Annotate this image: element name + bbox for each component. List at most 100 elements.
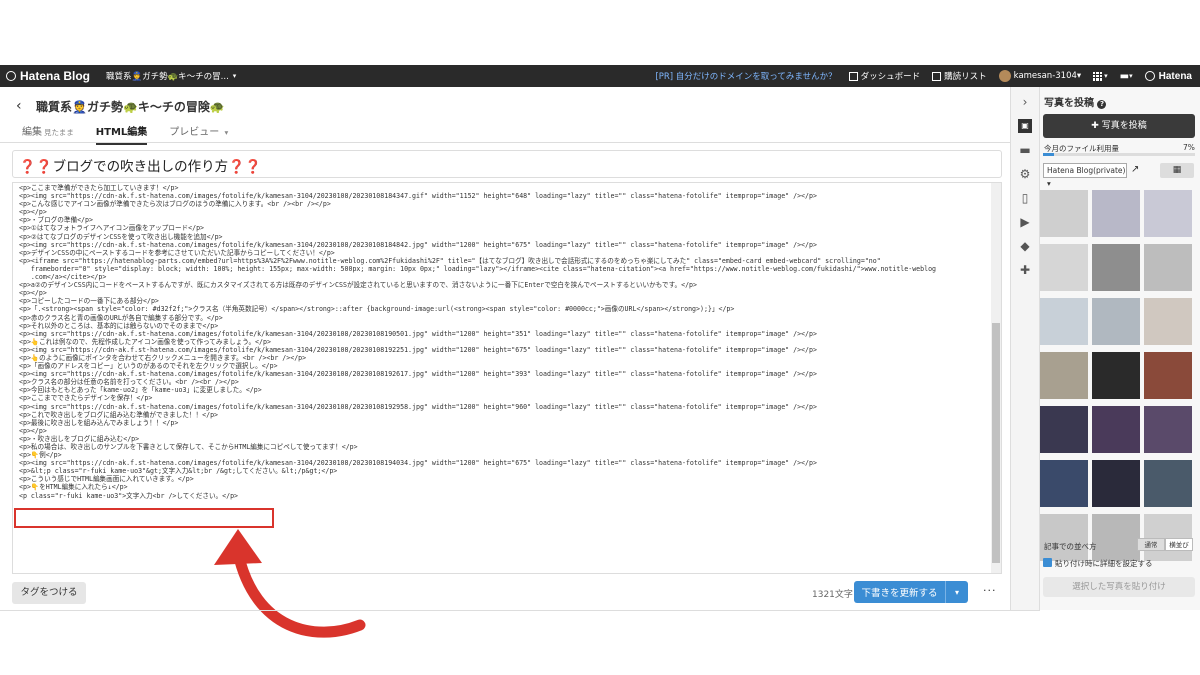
update-draft-button[interactable]: 下書きを更新する ▾ [854, 581, 968, 603]
photo-thumbnail[interactable] [1092, 406, 1140, 453]
dashboard-link[interactable]: ダッシュボード [848, 70, 920, 82]
code-line: <p>私の場合は、吹き出しのサンプルを下書きとして保存して、そこからHTML編集… [19, 443, 358, 451]
photo-thumbnail[interactable] [1144, 298, 1192, 345]
code-line: <p>👇例</p> [19, 451, 62, 460]
code-line: <p><iframe src="https://hatenablog-parts… [19, 256, 881, 265]
tab-preview-label: プレビュー [169, 127, 220, 138]
code-line: <p>「画像のアドレスをコピー」というのがあるのでそれを左クリックで選択し。</… [19, 362, 278, 371]
grid-icon [1093, 71, 1103, 81]
grid-view-toggle[interactable]: ▦ [1160, 163, 1194, 178]
tool-icon-rail: › ▣ ▬ ⚙ ▯ ▶ ◆ ✚ [1010, 87, 1040, 610]
code-line: <p>ここまで準備ができたら加工していきます！</p> [19, 184, 179, 192]
sort-label: 記事での並べ方 [1044, 542, 1097, 551]
sort-toggle: 通常 横並び [1137, 538, 1193, 551]
tab-html-label: HTML編集 [95, 127, 148, 138]
apps-menu[interactable]: ▾ [1093, 71, 1108, 81]
editor-blog-title: 職質系👮ガチ勢🐢キ〜チの冒険🐢 [36, 100, 225, 114]
back-chevron-left-icon[interactable]: ‹ [16, 98, 22, 114]
plus-icon[interactable]: ✚ [1018, 263, 1032, 277]
post-title-input[interactable]: ❓❓ブログでの吹き出しの作り方❓❓ [12, 150, 1002, 178]
photo-thumbnail[interactable] [1144, 244, 1192, 291]
collapse-chevron-right-icon[interactable]: › [1018, 95, 1032, 109]
sort-normal-button[interactable]: 通常 [1137, 538, 1165, 551]
chevron-down-icon: ▾ [224, 128, 229, 137]
video-icon[interactable]: ▶ [1018, 215, 1032, 229]
code-line: <p>こういう感じでHTML編集画面に入れていきます。</p> [19, 475, 194, 484]
photo-thumbnail[interactable] [1144, 406, 1192, 453]
photo-thumbnail[interactable] [1144, 460, 1192, 507]
chevron-down-icon[interactable]: ▾ [233, 72, 237, 80]
code-line: <p>👆これは例なので、先程作成したアイコン画像を使って作ってみましょう。</p… [19, 337, 271, 346]
blog-switcher[interactable]: 職質系👮ガチ勢🐢キ〜チの冒... [106, 70, 229, 82]
help-icon[interactable]: ? [1097, 100, 1107, 109]
photo-thumbnail[interactable] [1092, 244, 1140, 291]
add-tag-button[interactable]: タグをつける [12, 582, 86, 604]
logo-text: Hatena Blog [20, 69, 91, 83]
code-line: <p><img src="https://cdn-ak.f.st-hatena.… [19, 370, 817, 379]
pr-domain-link[interactable]: [PR] 自分だけのドメインを取ってみませんか？ [655, 70, 836, 82]
chevron-down-icon[interactable]: ▾ [945, 581, 968, 603]
photo-thumbnail[interactable] [1040, 190, 1088, 237]
code-line: <p></p> [19, 208, 47, 217]
username: kamesan-3104▾ [1013, 71, 1082, 81]
divider [0, 610, 1040, 611]
file-usage-percent: 7% [1183, 143, 1195, 152]
photo-thumbnail[interactable] [1092, 460, 1140, 507]
tab-wysiwyg-label: 編集 [22, 127, 42, 138]
code-line: <p>こんな感じでアイコン画像が準備できたら次はブログのほうの準備に入ります。<… [19, 200, 331, 209]
scroll-thumb[interactable] [992, 323, 1000, 563]
paste-selected-photos-button[interactable]: 選択した写真を貼り付け [1043, 577, 1195, 597]
photo-thumbnail[interactable] [1092, 298, 1140, 345]
photo-thumbnail[interactable] [1092, 352, 1140, 399]
photo-thumbnail[interactable] [1144, 190, 1192, 237]
photo-thumbnail[interactable] [1040, 406, 1088, 453]
external-link-icon[interactable]: ↗ [1131, 164, 1139, 175]
photo-thumbnail[interactable] [1092, 190, 1140, 237]
photo-thumbnail[interactable] [1040, 298, 1088, 345]
user-menu[interactable]: kamesan-3104▾ [998, 70, 1082, 82]
reading-list-icon [932, 71, 942, 81]
code-line: <p>&lt;p class="r-fuki kame-uo3"&gt;文字入力… [19, 467, 338, 476]
code-line: <p>最後に吹き出しを組み込んでみましょう！！</p> [19, 418, 179, 427]
code-line: <p>👇をHTML編集に入れたら↓</p> [19, 483, 128, 492]
photo-thumbnail[interactable] [1144, 352, 1192, 399]
panel-title-text: 写真を投稿 [1044, 98, 1094, 109]
tab-wysiwyg-sub: 見たまま [44, 128, 74, 137]
photo-thumbnail[interactable] [1092, 514, 1140, 561]
reading-list-label: 購読リスト [944, 72, 987, 82]
post-photo-button[interactable]: ✚ 写真を投稿 [1043, 114, 1195, 138]
photo-thumbnail[interactable] [1040, 352, 1088, 399]
character-count: 1321文字 [812, 590, 853, 600]
notifications-menu[interactable]: ▬ ▾ [1120, 71, 1133, 82]
detail-settings-checkbox[interactable] [1043, 558, 1052, 567]
photo-thumbnail[interactable] [1040, 514, 1088, 561]
photo-thumbnail[interactable] [1040, 460, 1088, 507]
avatar [998, 70, 1011, 82]
code-line: <p>今回はもともとあった「kame-uo2」を「kame-uo3」に変更しまし… [19, 386, 262, 395]
detail-settings-label: 貼り付け時に詳細を設定する [1055, 559, 1153, 568]
hatena-brand-icon [1144, 71, 1155, 81]
more-options-icon[interactable]: ··· [983, 584, 997, 597]
sort-horizontal-button[interactable]: 横並び [1165, 538, 1193, 551]
code-line: <p>a②のデザインCSS内にコードをペーストするんですが、既にカスタマイズされ… [19, 281, 697, 290]
code-line: <p></p> [19, 289, 47, 298]
hatena-blog-logo[interactable]: Hatena Blog [6, 69, 90, 83]
code-line: <p>②はてなブログのデザインCSSを使って吹き出し機能を追加</p> [19, 232, 223, 241]
twitter-icon[interactable]: ◆ [1018, 239, 1032, 253]
code-line: <p>①はてなフォトライフへアイコン画像をアップロード</p> [19, 224, 205, 233]
document-icon[interactable]: ▯ [1018, 191, 1032, 205]
code-line: <p>コピーしたコードの一番下にある部分</p> [19, 297, 159, 306]
code-line: <p>これで吹き出しをブログに組み込む準備ができました！！</p> [19, 410, 219, 419]
code-line: <p>赤のクラス名と青の画像のURLが各自で編集する部分です。</p> [19, 313, 223, 322]
hatena-brand[interactable]: Hatena [1144, 70, 1192, 82]
editor-scrollbar[interactable] [991, 183, 1001, 573]
hatena-brand-label: Hatena [1158, 70, 1192, 82]
reading-list-link[interactable]: 購読リスト [932, 70, 987, 82]
photo-icon[interactable]: ▣ [1018, 119, 1032, 133]
photo-thumbnail[interactable] [1040, 244, 1088, 291]
code-line: .com</a></cite></p> [19, 273, 107, 282]
photo-thumbnails [1040, 190, 1192, 561]
folder-icon[interactable]: ▬ [1018, 143, 1032, 157]
album-select[interactable]: Hatena Blog(private) ▾ [1043, 163, 1127, 188]
gear-icon[interactable]: ⚙ [1018, 167, 1032, 181]
